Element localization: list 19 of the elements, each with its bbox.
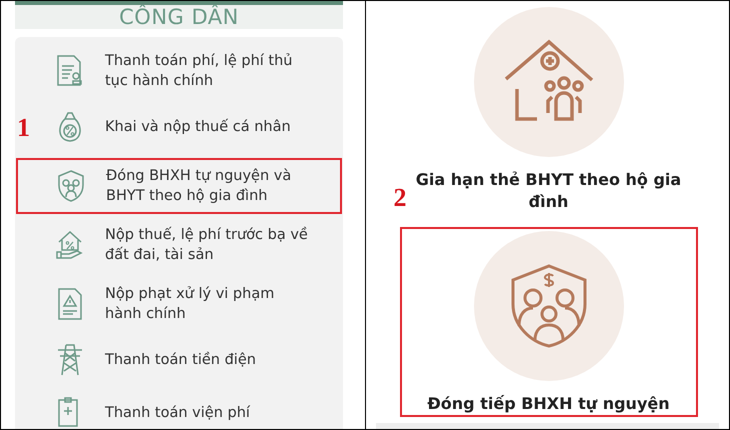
menu-item[interactable]: Thanh toán viện phí — [39, 388, 342, 429]
step-number: 1 — [17, 113, 30, 143]
menu-item[interactable]: Nộp phạt xử lý vi phạm hành chính — [39, 276, 342, 332]
menu-item[interactable]: Nộp thuế, lệ phí trước bạ về đất đai, tài sản — [39, 217, 342, 273]
menu-item[interactable]: Khai và nộp thuế cá nhân — [39, 102, 342, 152]
section-title: CÔNG DÂN — [119, 5, 239, 29]
service-tile[interactable]: Gia hạn thẻ BHYT theo hộ gia đình — [412, 3, 684, 215]
step-number: 2 — [394, 183, 406, 213]
shield-family-icon — [508, 264, 588, 348]
tile-label: Đóng tiếp BHXH tự nguyện — [426, 393, 671, 415]
tile-label: Gia hạn thẻ BHYT theo hộ gia đình — [416, 169, 682, 213]
menu-item[interactable]: Đóng BHXH tự nguyện và BHYT theo hộ gia đình — [16, 158, 342, 214]
service-tile[interactable]: Đóng tiếp BHXH tự nguyện — [400, 227, 698, 417]
power-pylon-icon — [55, 343, 85, 377]
menu-item[interactable]: Thanh toán tiền điện — [39, 335, 342, 385]
document-stamp-icon — [55, 54, 85, 88]
shield-family-icon — [56, 169, 86, 203]
house-hand-icon — [55, 228, 85, 262]
menu-item[interactable]: Thanh toán phí, lệ phí thủ tục hành chính — [39, 43, 342, 99]
